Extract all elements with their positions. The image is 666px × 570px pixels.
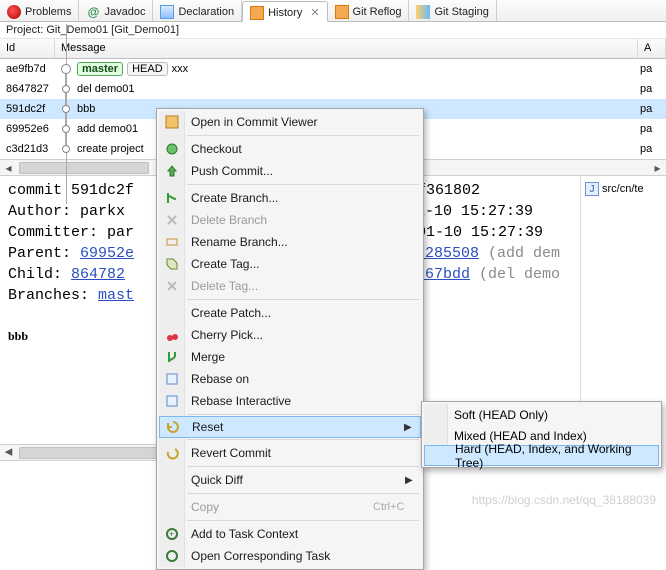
problems-icon <box>7 5 21 19</box>
reset-submenu: Soft (HEAD Only) Mixed (HEAD and Index) … <box>421 401 662 468</box>
tab-problems[interactable]: Problems <box>0 0 79 21</box>
menu-create-branch[interactable]: Create Branch... <box>159 187 421 209</box>
table-row[interactable]: 8647827 del demo01 pa <box>0 79 666 99</box>
menu-create-patch[interactable]: Create Patch... <box>159 302 421 324</box>
menu-open-commit-viewer[interactable]: Open in Commit Viewer <box>159 111 421 133</box>
tab-javadoc[interactable]: @Javadoc <box>79 0 153 21</box>
open-icon <box>165 115 179 129</box>
detail-child-label: Child: <box>8 266 71 283</box>
menu-add-to-task[interactable]: +Add to Task Context <box>159 523 421 545</box>
menu-open-task[interactable]: Open Corresponding Task <box>159 545 421 567</box>
branch-link[interactable]: mast <box>98 287 134 304</box>
scroll-thumb[interactable] <box>19 162 149 174</box>
checkout-icon <box>165 142 179 156</box>
menu-revert-commit[interactable]: Revert Commit <box>159 442 421 464</box>
detail-commit: commit 591dc2f <box>8 182 134 199</box>
menu-merge[interactable]: Merge <box>159 346 421 368</box>
javadoc-icon: @ <box>86 5 100 19</box>
commit-message: del demo01 <box>77 83 638 95</box>
menu-checkout[interactable]: Checkout <box>159 138 421 160</box>
menu-rebase-interactive[interactable]: Rebase Interactive <box>159 390 421 412</box>
reflog-icon <box>335 5 349 19</box>
menu-rebase-on[interactable]: Rebase on <box>159 368 421 390</box>
file-name: src/cn/te <box>602 183 644 195</box>
table-columns: Id Message A <box>0 39 666 59</box>
detail-branches-label: Branches: <box>8 287 98 304</box>
menu-create-tag[interactable]: Create Tag... <box>159 253 421 275</box>
detail-author: Author: parkx <box>8 203 125 220</box>
reset-icon <box>166 420 180 434</box>
task-icon: + <box>165 527 179 541</box>
scroll-left-icon[interactable]: ◂ <box>0 160 17 175</box>
tag-icon <box>165 257 179 271</box>
graph-node-icon <box>62 85 70 93</box>
graph-node-icon <box>62 105 70 113</box>
context-menu: Open in Commit Viewer Checkout Push Comm… <box>156 108 424 570</box>
col-id[interactable]: Id <box>0 39 55 58</box>
head-badge: HEAD <box>127 62 168 76</box>
watermark: https://blog.csdn.net/qq_38188039 <box>472 493 656 507</box>
detail-parent-label: Parent: <box>8 245 80 262</box>
commit-author: pa <box>638 143 666 155</box>
commit-id: 69952e6 <box>0 123 55 135</box>
delete-icon <box>165 213 179 227</box>
java-file-icon: J <box>585 182 599 196</box>
push-icon <box>165 164 179 178</box>
child-link[interactable]: 864782 <box>71 266 125 283</box>
graph-node-icon <box>62 125 70 133</box>
submenu-soft[interactable]: Soft (HEAD Only) <box>424 404 659 425</box>
file-item[interactable]: J src/cn/te <box>581 180 666 198</box>
delete-icon <box>165 279 179 293</box>
menu-push-commit[interactable]: Push Commit... <box>159 160 421 182</box>
staging-icon <box>416 5 430 19</box>
commit-id: 591dc2f <box>0 103 55 115</box>
history-icon <box>250 6 264 20</box>
rebase-i-icon <box>165 394 179 408</box>
menu-cherry-pick[interactable]: Cherry Pick... <box>159 324 421 346</box>
tab-git-staging[interactable]: Git Staging <box>409 0 496 21</box>
graph-node-icon <box>61 64 71 74</box>
detail-committer: Committer: par <box>8 224 134 241</box>
commit-author: pa <box>638 123 666 135</box>
tab-declaration[interactable]: Declaration <box>153 0 242 21</box>
commit-id: 8647827 <box>0 83 55 95</box>
declaration-icon <box>160 5 174 19</box>
scroll-left-icon[interactable]: ◂ <box>0 445 17 460</box>
menu-quick-diff[interactable]: Quick Diff▶ <box>159 469 421 491</box>
revert-icon <box>165 446 179 460</box>
rename-icon <box>165 235 179 249</box>
project-line: Project: Git_Demo01 [Git_Demo01] <box>0 22 666 39</box>
branch-icon <box>165 191 179 205</box>
branch-badge: master <box>77 62 123 76</box>
menu-reset[interactable]: Reset▶ <box>159 416 421 438</box>
open-task-icon <box>165 549 179 563</box>
menu-rename-branch[interactable]: Rename Branch... <box>159 231 421 253</box>
views-tabbar: Problems @Javadoc Declaration History✕ G… <box>0 0 666 22</box>
graph-node-icon <box>62 145 70 153</box>
tab-git-reflog[interactable]: Git Reflog <box>328 0 410 21</box>
svg-text:+: + <box>169 529 174 539</box>
commit-author: pa <box>638 83 666 95</box>
menu-copy: CopyCtrl+C <box>159 496 421 518</box>
parent-link[interactable]: 69952e <box>80 245 134 262</box>
commit-message: xxx <box>172 63 189 75</box>
commit-author: pa <box>638 63 666 75</box>
merge-icon <box>165 350 179 364</box>
menu-delete-tag: Delete Tag... <box>159 275 421 297</box>
col-author[interactable]: A <box>638 39 666 58</box>
col-message[interactable]: Message <box>55 39 638 58</box>
close-icon[interactable]: ✕ <box>306 6 319 19</box>
commit-author: pa <box>638 103 666 115</box>
commit-id: ae9fb7d <box>0 63 55 75</box>
scroll-right-icon[interactable]: ▸ <box>649 160 666 175</box>
table-row[interactable]: ae9fb7d master HEAD xxx pa <box>0 59 666 79</box>
menu-delete-branch: Delete Branch <box>159 209 421 231</box>
tab-history[interactable]: History✕ <box>242 1 327 22</box>
commit-id: c3d21d3 <box>0 143 55 155</box>
rebase-icon <box>165 372 179 386</box>
submenu-hard[interactable]: Hard (HEAD, Index, and Working Tree) <box>424 445 659 466</box>
cherry-icon <box>165 328 179 342</box>
